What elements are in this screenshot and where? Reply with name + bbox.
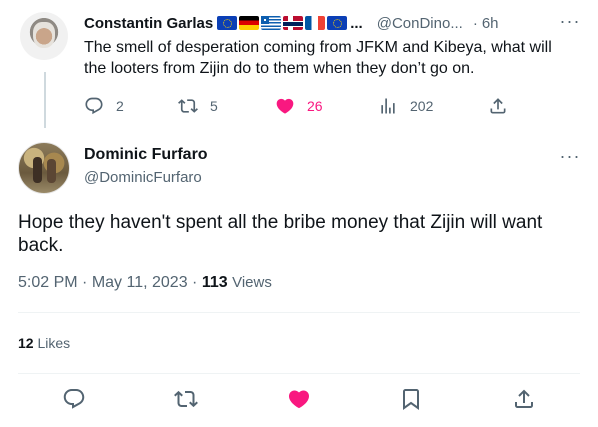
reply-icon — [62, 387, 86, 411]
eu-flag-icon — [327, 16, 348, 30]
separator: · — [472, 14, 478, 32]
tweet-actions: 2 5 26 202 — [78, 92, 518, 120]
handle[interactable]: @ConDino... — [377, 15, 463, 32]
reply-count: 2 — [116, 98, 124, 114]
display-name[interactable]: Constantin Garlas — [84, 15, 213, 32]
name-flags: ... — [217, 15, 363, 32]
avatar[interactable] — [20, 12, 68, 60]
reply-button[interactable] — [59, 384, 89, 414]
view-count: 202 — [410, 98, 434, 114]
retweet-count: 5 — [210, 98, 218, 114]
tweet-time[interactable]: 5:02 PM — [18, 274, 78, 291]
bookmark-icon — [399, 387, 423, 411]
separator: · — [192, 274, 198, 291]
name-ellipsis: ... — [350, 14, 363, 32]
share-icon — [486, 94, 510, 118]
likes-count: 12 — [18, 335, 34, 351]
tweet-header: Constantin Garlas ... @ConDino... · 6h — [84, 12, 584, 34]
timestamp[interactable]: 6h — [482, 15, 499, 32]
divider — [18, 373, 580, 374]
tweet-actions — [0, 384, 598, 414]
separator: · — [82, 274, 88, 291]
divider — [18, 312, 580, 313]
france-flag-icon — [305, 16, 326, 30]
eu-flag-icon — [217, 16, 238, 30]
greece-flag-icon — [261, 16, 282, 30]
share-button[interactable] — [509, 384, 539, 414]
share-icon — [512, 387, 536, 411]
tweet-metadata: 5:02 PM · May 11, 2023 · 113 Views — [18, 274, 272, 292]
bookmark-button[interactable] — [396, 384, 426, 414]
more-icon: ··· — [559, 145, 581, 166]
germany-flag-icon — [239, 16, 260, 30]
like-count: 26 — [307, 98, 323, 114]
display-name[interactable]: Dominic Furfaro — [84, 146, 208, 164]
retweet-icon — [174, 387, 198, 411]
more-icon: ··· — [559, 10, 581, 31]
parent-tweet[interactable]: Constantin Garlas ... @ConDino... · 6h ·… — [0, 0, 598, 128]
norway-flag-icon — [283, 16, 304, 30]
thread-line — [44, 72, 46, 128]
reply-button[interactable]: 2 — [82, 92, 124, 120]
avatar[interactable] — [18, 142, 70, 194]
share-button[interactable] — [486, 92, 510, 120]
tweet-text: The smell of desperation coming from JFK… — [84, 39, 552, 77]
views-label: Views — [232, 274, 272, 291]
tweet-date[interactable]: May 11, 2023 — [92, 274, 188, 291]
views-icon — [376, 94, 400, 118]
retweet-icon — [176, 94, 200, 118]
retweet-button[interactable]: 5 — [176, 92, 218, 120]
heart-icon — [287, 387, 311, 411]
tweet-text: Hope they haven't spent all the bribe mo… — [18, 212, 543, 256]
views-button[interactable]: 202 — [376, 92, 433, 120]
likes-label: Likes — [37, 335, 71, 351]
likes-link[interactable]: 12 Likes — [18, 335, 70, 351]
heart-icon — [273, 94, 297, 118]
more-options-button[interactable]: ··· — [556, 145, 584, 167]
reply-icon — [82, 94, 106, 118]
retweet-button[interactable] — [171, 384, 201, 414]
handle[interactable]: @DominicFurfaro — [84, 169, 202, 186]
like-button[interactable]: 26 — [273, 92, 323, 120]
like-button[interactable] — [284, 384, 314, 414]
more-options-button[interactable]: ··· — [556, 10, 584, 32]
views-count: 113 — [201, 274, 228, 291]
